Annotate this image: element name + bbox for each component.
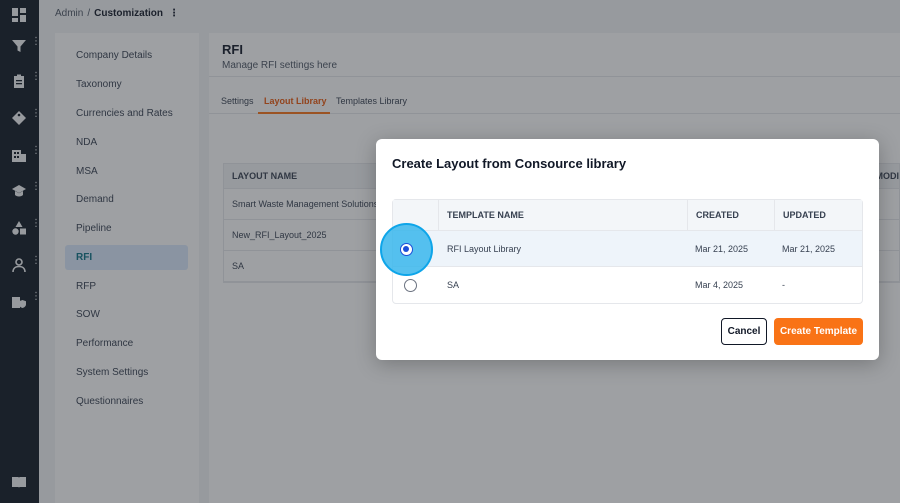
template-table-header: TEMPLATE NAME CREATED UPDATED bbox=[393, 200, 862, 231]
template-created: Mar 21, 2025 bbox=[695, 243, 749, 254]
template-name: RFI Layout Library bbox=[447, 243, 522, 254]
template-row[interactable]: SA Mar 4, 2025 - bbox=[393, 267, 862, 303]
template-updated: Mar 21, 2025 bbox=[782, 243, 836, 254]
cancel-button[interactable]: Cancel bbox=[721, 318, 767, 345]
template-name: SA bbox=[447, 280, 460, 290]
create-template-button[interactable]: Create Template bbox=[774, 318, 863, 345]
template-updated: - bbox=[782, 280, 785, 290]
radio-button-selected[interactable] bbox=[400, 243, 413, 256]
template-created: Mar 4, 2025 bbox=[695, 280, 744, 290]
template-row[interactable]: RFI Layout Library Mar 21, 2025 Mar 21, … bbox=[393, 231, 862, 267]
radio-button[interactable] bbox=[404, 279, 417, 292]
modal-title: Create Layout from Consource library bbox=[392, 156, 627, 171]
column-updated: UPDATED bbox=[774, 200, 864, 230]
column-created: CREATED bbox=[687, 200, 774, 230]
column-template-name: TEMPLATE NAME bbox=[447, 210, 524, 220]
template-table: TEMPLATE NAME CREATED UPDATED RFI Layout… bbox=[392, 199, 863, 304]
